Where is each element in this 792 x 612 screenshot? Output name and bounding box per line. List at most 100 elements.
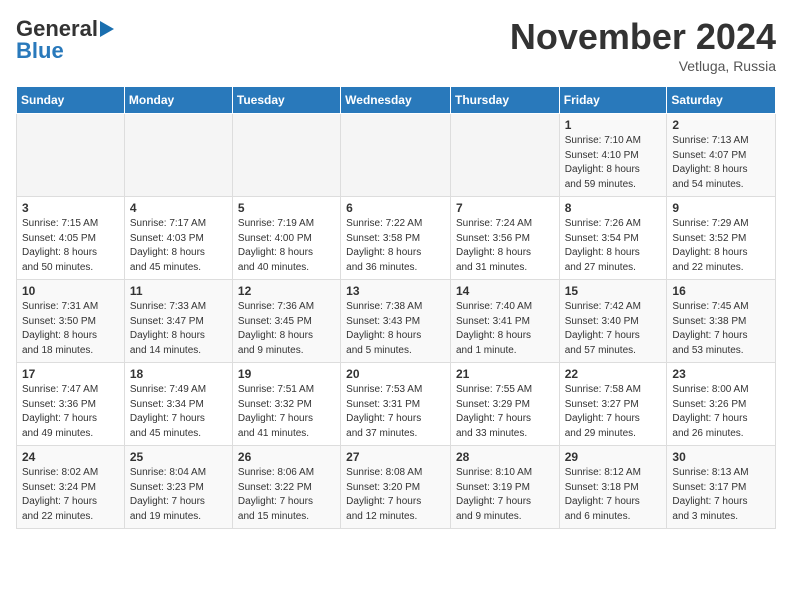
weekday-header-friday: Friday <box>559 87 667 114</box>
calendar-cell: 7 Sunrise: 7:24 AMSunset: 3:56 PMDaylight… <box>450 197 559 280</box>
calendar-cell: 4 Sunrise: 7:17 AMSunset: 4:03 PMDaylight… <box>124 197 232 280</box>
day-number: 10 <box>22 284 119 298</box>
day-info: Sunrise: 7:15 AMSunset: 4:05 PMDaylight:… <box>22 217 119 275</box>
day-number: 22 <box>565 367 662 381</box>
calendar-cell <box>341 114 451 197</box>
day-info: Sunrise: 8:02 AMSunset: 3:24 PMDaylight:… <box>22 466 119 524</box>
day-info: Sunrise: 7:49 AMSunset: 3:34 PMDaylight:… <box>130 383 227 441</box>
weekday-header-tuesday: Tuesday <box>232 87 340 114</box>
weekday-header-monday: Monday <box>124 87 232 114</box>
day-number: 25 <box>130 450 227 464</box>
day-info: Sunrise: 7:33 AMSunset: 3:47 PMDaylight:… <box>130 300 227 358</box>
day-info: Sunrise: 7:17 AMSunset: 4:03 PMDaylight:… <box>130 217 227 275</box>
day-info: Sunrise: 8:08 AMSunset: 3:20 PMDaylight:… <box>346 466 445 524</box>
calendar-cell: 10 Sunrise: 7:31 AMSunset: 3:50 PMDayligh… <box>17 280 125 363</box>
calendar-cell: 19 Sunrise: 7:51 AMSunset: 3:32 PMDayligh… <box>232 363 340 446</box>
calendar-cell: 25 Sunrise: 8:04 AMSunset: 3:23 PMDayligh… <box>124 446 232 529</box>
day-number: 13 <box>346 284 445 298</box>
calendar-cell: 23 Sunrise: 8:00 AMSunset: 3:26 PMDayligh… <box>667 363 776 446</box>
day-number: 26 <box>238 450 335 464</box>
calendar-week-3: 10 Sunrise: 7:31 AMSunset: 3:50 PMDayligh… <box>17 280 776 363</box>
logo: General Blue <box>16 16 114 64</box>
day-number: 23 <box>672 367 770 381</box>
calendar-cell: 8Sunrise: 7:26 AMSunset: 3:54 PMDaylight… <box>559 197 667 280</box>
day-number: 4 <box>130 201 227 215</box>
day-info: Sunrise: 7:29 AMSunset: 3:52 PMDaylight:… <box>672 217 770 275</box>
calendar-cell: 2Sunrise: 7:13 AMSunset: 4:07 PMDaylight… <box>667 114 776 197</box>
day-info: Sunrise: 7:58 AMSunset: 3:27 PMDaylight:… <box>565 383 662 441</box>
day-number: 15 <box>565 284 662 298</box>
day-info: Sunrise: 7:10 AMSunset: 4:10 PMDaylight:… <box>565 134 662 192</box>
calendar-cell: 12 Sunrise: 7:36 AMSunset: 3:45 PMDayligh… <box>232 280 340 363</box>
location-subtitle: Vetluga, Russia <box>510 58 776 74</box>
calendar-cell <box>450 114 559 197</box>
day-number: 20 <box>346 367 445 381</box>
day-info: Sunrise: 7:13 AMSunset: 4:07 PMDaylight:… <box>672 134 770 192</box>
day-info: Sunrise: 7:40 AMSunset: 3:41 PMDaylight:… <box>456 300 554 358</box>
day-info: Sunrise: 8:00 AMSunset: 3:26 PMDaylight:… <box>672 383 770 441</box>
calendar-week-4: 17 Sunrise: 7:47 AMSunset: 3:36 PMDayligh… <box>17 363 776 446</box>
day-number: 21 <box>456 367 554 381</box>
day-number: 29 <box>565 450 662 464</box>
calendar-cell: 5Sunrise: 7:19 AMSunset: 4:00 PMDaylight… <box>232 197 340 280</box>
title-block: November 2024 Vetluga, Russia <box>510 16 776 74</box>
weekday-header-wednesday: Wednesday <box>341 87 451 114</box>
calendar-table: SundayMondayTuesdayWednesdayThursdayFrid… <box>16 86 776 529</box>
day-number: 6 <box>346 201 445 215</box>
calendar-week-2: 3 Sunrise: 7:15 AMSunset: 4:05 PMDaylight… <box>17 197 776 280</box>
day-info: Sunrise: 7:24 AMSunset: 3:56 PMDaylight:… <box>456 217 554 275</box>
day-number: 3 <box>22 201 119 215</box>
day-number: 9 <box>672 201 770 215</box>
day-number: 8 <box>565 201 662 215</box>
calendar-body: 1Sunrise: 7:10 AMSunset: 4:10 PMDaylight… <box>17 114 776 529</box>
day-number: 19 <box>238 367 335 381</box>
day-info: Sunrise: 7:31 AMSunset: 3:50 PMDaylight:… <box>22 300 119 358</box>
calendar-cell: 13 Sunrise: 7:38 AMSunset: 3:43 PMDayligh… <box>341 280 451 363</box>
calendar-cell: 16Sunrise: 7:45 AMSunset: 3:38 PMDayligh… <box>667 280 776 363</box>
weekday-header-row: SundayMondayTuesdayWednesdayThursdayFrid… <box>17 87 776 114</box>
day-info: Sunrise: 7:51 AMSunset: 3:32 PMDaylight:… <box>238 383 335 441</box>
calendar-cell: 20Sunrise: 7:53 AMSunset: 3:31 PMDayligh… <box>341 363 451 446</box>
calendar-cell: 29 Sunrise: 8:12 AMSunset: 3:18 PMDayligh… <box>559 446 667 529</box>
day-number: 24 <box>22 450 119 464</box>
calendar-cell <box>124 114 232 197</box>
day-number: 12 <box>238 284 335 298</box>
calendar-week-1: 1Sunrise: 7:10 AMSunset: 4:10 PMDaylight… <box>17 114 776 197</box>
day-number: 17 <box>22 367 119 381</box>
calendar-cell: 22 Sunrise: 7:58 AMSunset: 3:27 PMDayligh… <box>559 363 667 446</box>
weekday-header-sunday: Sunday <box>17 87 125 114</box>
calendar-cell: 14 Sunrise: 7:40 AMSunset: 3:41 PMDayligh… <box>450 280 559 363</box>
logo-arrow-icon <box>100 21 114 37</box>
day-number: 7 <box>456 201 554 215</box>
day-number: 11 <box>130 284 227 298</box>
calendar-week-5: 24 Sunrise: 8:02 AMSunset: 3:24 PMDayligh… <box>17 446 776 529</box>
calendar-cell: 6 Sunrise: 7:22 AMSunset: 3:58 PMDaylight… <box>341 197 451 280</box>
day-info: Sunrise: 8:06 AMSunset: 3:22 PMDaylight:… <box>238 466 335 524</box>
day-number: 28 <box>456 450 554 464</box>
day-number: 30 <box>672 450 770 464</box>
day-info: Sunrise: 7:19 AMSunset: 4:00 PMDaylight:… <box>238 217 335 275</box>
calendar-cell: 15 Sunrise: 7:42 AMSunset: 3:40 PMDayligh… <box>559 280 667 363</box>
calendar-cell <box>232 114 340 197</box>
day-info: Sunrise: 8:04 AMSunset: 3:23 PMDaylight:… <box>130 466 227 524</box>
day-info: Sunrise: 8:13 AMSunset: 3:17 PMDaylight:… <box>672 466 770 524</box>
day-info: Sunrise: 7:38 AMSunset: 3:43 PMDaylight:… <box>346 300 445 358</box>
calendar-cell: 1Sunrise: 7:10 AMSunset: 4:10 PMDaylight… <box>559 114 667 197</box>
day-info: Sunrise: 7:47 AMSunset: 3:36 PMDaylight:… <box>22 383 119 441</box>
day-info: Sunrise: 7:22 AMSunset: 3:58 PMDaylight:… <box>346 217 445 275</box>
month-title: November 2024 <box>510 16 776 58</box>
weekday-header-thursday: Thursday <box>450 87 559 114</box>
day-info: Sunrise: 7:42 AMSunset: 3:40 PMDaylight:… <box>565 300 662 358</box>
day-number: 14 <box>456 284 554 298</box>
day-info: Sunrise: 7:45 AMSunset: 3:38 PMDaylight:… <box>672 300 770 358</box>
calendar-cell <box>17 114 125 197</box>
day-info: Sunrise: 7:36 AMSunset: 3:45 PMDaylight:… <box>238 300 335 358</box>
day-number: 18 <box>130 367 227 381</box>
logo-blue: Blue <box>16 38 64 64</box>
calendar-cell: 24 Sunrise: 8:02 AMSunset: 3:24 PMDayligh… <box>17 446 125 529</box>
day-info: Sunrise: 7:55 AMSunset: 3:29 PMDaylight:… <box>456 383 554 441</box>
day-info: Sunrise: 8:12 AMSunset: 3:18 PMDaylight:… <box>565 466 662 524</box>
calendar-cell: 27Sunrise: 8:08 AMSunset: 3:20 PMDayligh… <box>341 446 451 529</box>
page-header: General Blue November 2024 Vetluga, Russ… <box>16 16 776 74</box>
calendar-cell: 28Sunrise: 8:10 AMSunset: 3:19 PMDayligh… <box>450 446 559 529</box>
